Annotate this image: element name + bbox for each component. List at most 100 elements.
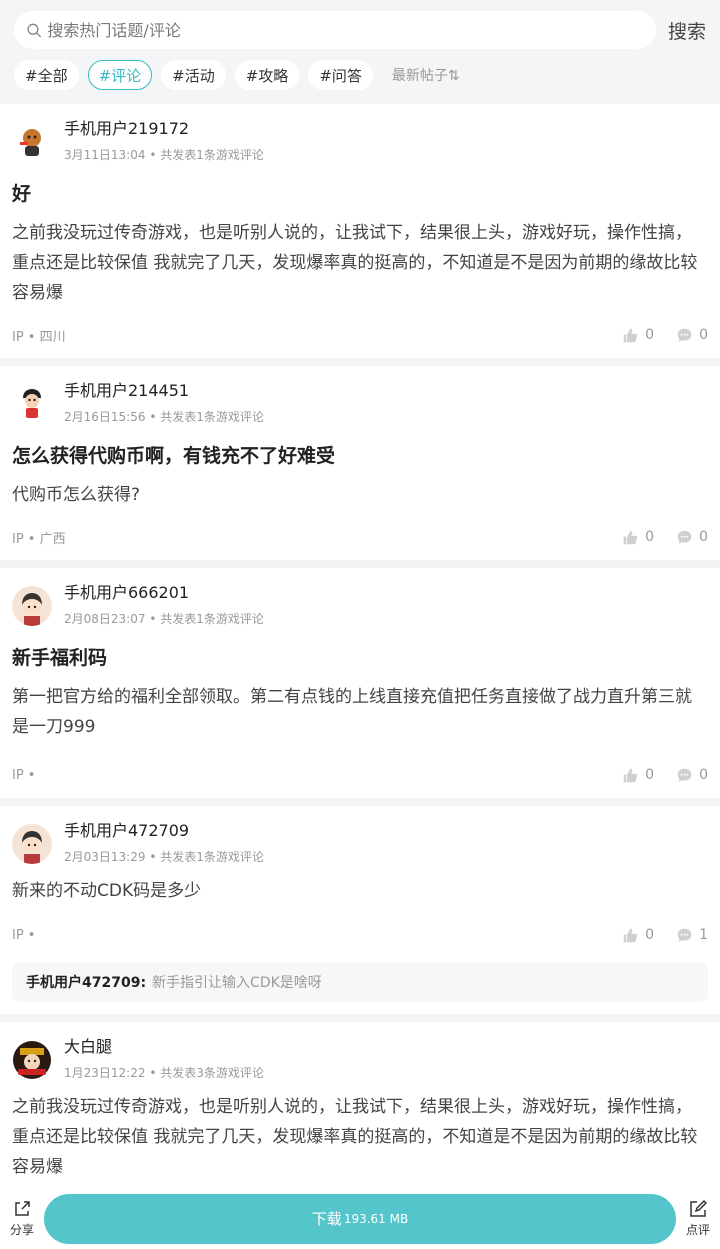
comment-count: 0 xyxy=(699,327,708,343)
avatar[interactable] xyxy=(12,1040,52,1080)
post-meta: 1月23日12:22 • 共发表3条游戏评论 xyxy=(64,1064,264,1081)
post-footer: IP • 四川 0 0 xyxy=(12,324,708,346)
like-count: 0 xyxy=(645,767,655,783)
post-actions: 0 0 xyxy=(600,327,708,344)
ip-location: IP • 四川 xyxy=(12,329,66,345)
user-row: 手机用户472709 2月03日13:29 • 共发表1条游戏评论 xyxy=(12,820,708,870)
post-meta: 2月16日15:56 • 共发表1条游戏评论 xyxy=(64,408,264,425)
post[interactable]: 大白腿 1月23日12:22 • 共发表3条游戏评论 之前我没玩过传奇游戏，也是… xyxy=(0,1022,720,1194)
thumbs-up-icon xyxy=(623,928,638,942)
like-button[interactable]: 0 xyxy=(622,927,654,944)
tag-qa[interactable]: #问答 xyxy=(308,60,373,90)
post-meta: 2月03日13:29 • 共发表1条游戏评论 xyxy=(64,848,264,865)
review-button[interactable]: 点评 xyxy=(676,1199,720,1238)
post-title: 好 xyxy=(12,183,32,205)
like-count: 0 xyxy=(645,327,655,343)
ip-location: IP • xyxy=(12,767,36,783)
review-label: 点评 xyxy=(685,1223,710,1237)
user-row: 大白腿 1月23日12:22 • 共发表3条游戏评论 xyxy=(12,1036,708,1086)
sort-toggle[interactable]: 最新帖子⇅ xyxy=(392,65,460,85)
username[interactable]: 手机用户219172 xyxy=(64,118,264,140)
search-box[interactable] xyxy=(14,11,656,49)
post-count: • 共发表1条游戏评论 xyxy=(149,410,264,424)
tag-activity[interactable]: #活动 xyxy=(161,60,226,90)
header: 搜索 #全部 #评论 #活动 #攻略 #问答 最新帖子⇅ xyxy=(0,0,720,104)
post-actions: 0 0 xyxy=(600,529,708,546)
user-row: 手机用户214451 2月16日15:56 • 共发表1条游戏评论 xyxy=(12,380,708,430)
comment-icon xyxy=(677,768,692,782)
post-title: 新手福利码 xyxy=(12,647,108,669)
user-row: 手机用户666201 2月08日23:07 • 共发表1条游戏评论 xyxy=(12,582,708,632)
post-count: • 共发表1条游戏评论 xyxy=(149,148,264,162)
share-button[interactable]: 分享 xyxy=(0,1199,44,1238)
share-icon xyxy=(15,1201,30,1216)
like-button[interactable]: 0 xyxy=(622,529,654,546)
comment-icon xyxy=(677,928,692,942)
reply-preview[interactable]: 手机用户472709: 新手指引让输入CDK是啥呀 xyxy=(12,962,708,1002)
post-count: • 共发表3条游戏评论 xyxy=(149,1066,264,1080)
post-count: • 共发表1条游戏评论 xyxy=(149,850,264,864)
like-count: 0 xyxy=(645,529,655,545)
share-label: 分享 xyxy=(9,1223,34,1237)
post-date: 2月16日15:56 xyxy=(64,410,146,424)
comment-count: 0 xyxy=(699,767,708,783)
tag-all[interactable]: #全部 xyxy=(14,60,79,90)
tag-review[interactable]: #评论 xyxy=(87,60,153,90)
reply-text: 新手指引让输入CDK是啥呀 xyxy=(152,975,322,991)
comment-icon xyxy=(677,530,692,544)
avatar[interactable] xyxy=(12,586,52,626)
username[interactable]: 手机用户666201 xyxy=(64,582,264,604)
download-label: 下载 xyxy=(311,1210,342,1228)
avatar[interactable] xyxy=(12,384,52,424)
post-content: 新来的不动CDK码是多少 xyxy=(12,881,202,901)
post[interactable]: 手机用户214451 2月16日15:56 • 共发表1条游戏评论 怎么获得代购… xyxy=(0,366,720,560)
post-meta: 2月08日23:07 • 共发表1条游戏评论 xyxy=(64,610,264,627)
search-button[interactable]: 搜索 xyxy=(668,17,706,44)
post-date: 1月23日12:22 xyxy=(64,1066,146,1080)
download-button[interactable]: 下载 193.61 MB xyxy=(44,1193,676,1244)
avatar[interactable] xyxy=(12,824,52,864)
post-count: • 共发表1条游戏评论 xyxy=(149,612,264,626)
post-footer: IP • 0 1 xyxy=(12,924,708,946)
tag-guide[interactable]: #攻略 xyxy=(234,60,300,90)
post-title: 怎么获得代购币啊，有钱充不了好难受 xyxy=(12,445,336,467)
avatar[interactable] xyxy=(12,122,52,162)
like-count: 0 xyxy=(645,927,655,943)
post-actions: 0 0 xyxy=(600,767,708,784)
post-content: 第一把官方给的福利全部领取。第二有点钱的上线直接充值把任务直接做了战力直升第三就… xyxy=(12,687,692,737)
post-actions: 0 1 xyxy=(600,927,708,944)
ip-location: IP • xyxy=(12,927,36,943)
search-input[interactable] xyxy=(47,20,656,40)
username[interactable]: 手机用户472709 xyxy=(64,820,264,842)
post[interactable]: 手机用户666201 2月08日23:07 • 共发表1条游戏评论 新手福利码 … xyxy=(0,568,720,798)
post-date: 2月03日13:29 xyxy=(64,850,146,864)
ip-location: IP • 广西 xyxy=(12,531,66,547)
like-button[interactable]: 0 xyxy=(622,327,654,344)
thumbs-up-icon xyxy=(623,768,638,782)
search-icon xyxy=(27,23,42,37)
comment-button[interactable]: 0 xyxy=(676,529,708,546)
post-footer: IP • 广西 0 0 xyxy=(12,526,708,548)
edit-icon xyxy=(690,1199,708,1217)
comment-button[interactable]: 0 xyxy=(676,327,708,344)
thumbs-up-icon xyxy=(623,530,638,544)
post-footer: IP • 0 0 xyxy=(12,764,708,786)
download-size: 193.61 MB xyxy=(343,1211,409,1226)
reply-user[interactable]: 手机用户472709: xyxy=(26,975,146,991)
comment-count: 0 xyxy=(699,529,708,545)
post-date: 2月08日23:07 xyxy=(64,612,146,626)
post-content: 之前我没玩过传奇游戏，也是听别人说的，让我试下，结果很上头，游戏好玩，操作性搞，… xyxy=(12,1097,698,1177)
post-meta: 3月11日13:04 • 共发表1条游戏评论 xyxy=(64,146,264,163)
post[interactable]: 手机用户219172 3月11日13:04 • 共发表1条游戏评论 好 之前我没… xyxy=(0,104,720,358)
username[interactable]: 大白腿 xyxy=(64,1036,264,1058)
comment-button[interactable]: 1 xyxy=(676,927,708,944)
post[interactable]: 手机用户472709 2月03日13:29 • 共发表1条游戏评论 新来的不动C… xyxy=(0,806,720,1014)
username[interactable]: 手机用户214451 xyxy=(64,380,264,402)
comment-button[interactable]: 0 xyxy=(676,767,708,784)
bottom-bar: 分享 下载 193.61 MB 点评 xyxy=(0,1188,720,1249)
search-row: 搜索 xyxy=(14,10,706,50)
user-row: 手机用户219172 3月11日13:04 • 共发表1条游戏评论 xyxy=(12,118,708,168)
comment-count: 1 xyxy=(699,927,708,943)
tag-bar: #全部 #评论 #活动 #攻略 #问答 最新帖子⇅ xyxy=(14,60,706,90)
like-button[interactable]: 0 xyxy=(622,767,654,784)
